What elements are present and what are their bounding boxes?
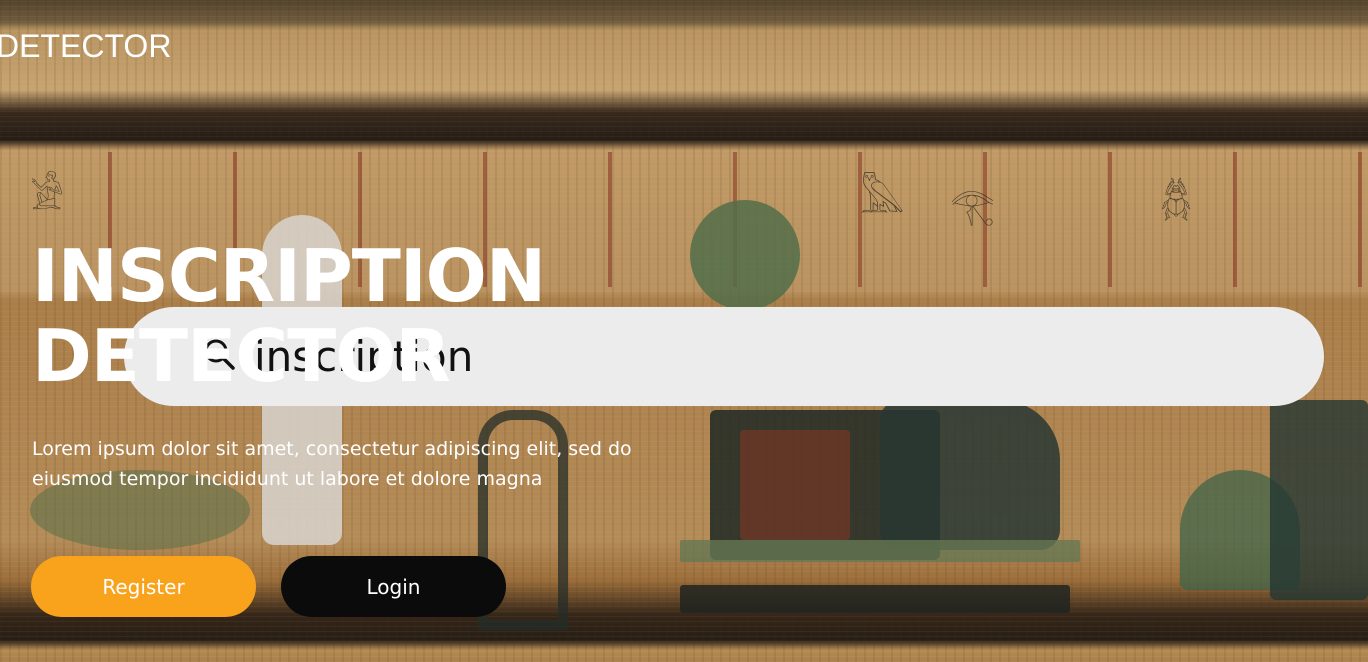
papyrus-figure-center bbox=[690, 200, 800, 310]
papyrus-throne-seat bbox=[740, 430, 850, 540]
login-button[interactable]: Login bbox=[281, 556, 506, 617]
papyrus-footer-bar bbox=[680, 585, 1070, 613]
papyrus-plants-right bbox=[1180, 470, 1300, 590]
hieroglyph-glyph: 𓂀 bbox=[950, 186, 995, 227]
hero-description: Lorem ipsum dolor sit amet, consectetur … bbox=[32, 438, 632, 490]
hero-title: INSCRIPTION DETECTOR bbox=[32, 234, 546, 398]
register-button[interactable]: Register bbox=[31, 556, 256, 617]
hieroglyph-glyph: 𓅓 bbox=[860, 176, 905, 222]
papyrus-figure-right bbox=[880, 400, 1060, 550]
site-logo-text[interactable]: DETECTOR bbox=[0, 28, 171, 65]
hieroglyph-glyph: 𓀀 bbox=[30, 174, 65, 218]
papyrus-throne bbox=[710, 410, 940, 560]
papyrus-base bbox=[680, 540, 1080, 562]
papyrus-offering-table bbox=[1270, 400, 1368, 600]
hieroglyph-glyph: 𓆣 bbox=[1160, 181, 1193, 222]
